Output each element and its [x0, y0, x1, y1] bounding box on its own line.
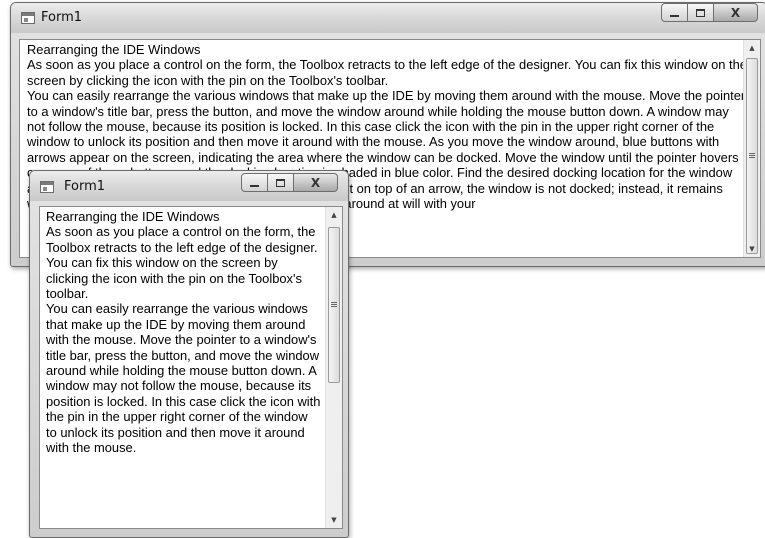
window-title: Form1 — [41, 10, 83, 25]
maximize-button[interactable] — [688, 3, 714, 22]
text-line: Rearranging the IDE Windows — [46, 209, 220, 224]
minimize-icon — [670, 14, 679, 17]
close-button[interactable]: X — [714, 3, 758, 22]
title-bar[interactable]: Form1 X — [11, 3, 765, 33]
text-line: Rearranging the IDE Windows — [27, 42, 201, 57]
text-line: As soon as you place a control on the fo… — [27, 57, 747, 88]
scroll-down-button[interactable]: ▼ — [744, 241, 760, 257]
caption-buttons: X — [241, 173, 338, 192]
minimize-button[interactable] — [241, 173, 268, 192]
title-bar[interactable]: Form1 X — [30, 171, 348, 201]
scroll-up-button[interactable]: ▲ — [326, 207, 342, 223]
arrow-down-icon: ▼ — [749, 244, 755, 253]
form1-window-front[interactable]: Form1 X Rearranging the IDE Windows As s… — [29, 170, 349, 538]
scroll-thumb[interactable] — [746, 58, 758, 254]
close-icon: X — [730, 5, 741, 20]
close-icon: X — [310, 175, 321, 190]
arrow-up-icon: ▲ — [331, 210, 337, 219]
minimize-button[interactable] — [661, 3, 688, 22]
text-line: As soon as you place a control on the fo… — [46, 224, 318, 302]
vertical-scrollbar[interactable]: ▲ ▼ — [325, 207, 342, 528]
scroll-down-button[interactable]: ▼ — [326, 512, 342, 528]
maximize-icon — [696, 8, 705, 17]
scroll-up-button[interactable]: ▲ — [744, 40, 760, 56]
textbox-content: Rearranging the IDE Windows As soon as y… — [46, 209, 321, 456]
form-app-icon — [40, 181, 54, 193]
form-app-icon — [21, 12, 35, 24]
vertical-scrollbar[interactable]: ▲ ▼ — [743, 40, 760, 257]
caption-buttons: X — [661, 3, 758, 22]
maximize-button[interactable] — [268, 173, 294, 192]
multiline-textbox[interactable]: Rearranging the IDE Windows As soon as y… — [39, 206, 343, 529]
arrow-up-icon: ▲ — [749, 43, 755, 52]
arrow-down-icon: ▼ — [331, 515, 337, 524]
grip-icon — [331, 302, 337, 308]
grip-icon — [749, 153, 755, 159]
minimize-icon — [250, 184, 259, 187]
maximize-icon — [276, 178, 285, 187]
window-title: Form1 — [64, 179, 106, 194]
scroll-thumb[interactable] — [328, 227, 340, 383]
close-button[interactable]: X — [294, 173, 338, 192]
text-line: You can easily rearrange the various win… — [46, 301, 321, 456]
